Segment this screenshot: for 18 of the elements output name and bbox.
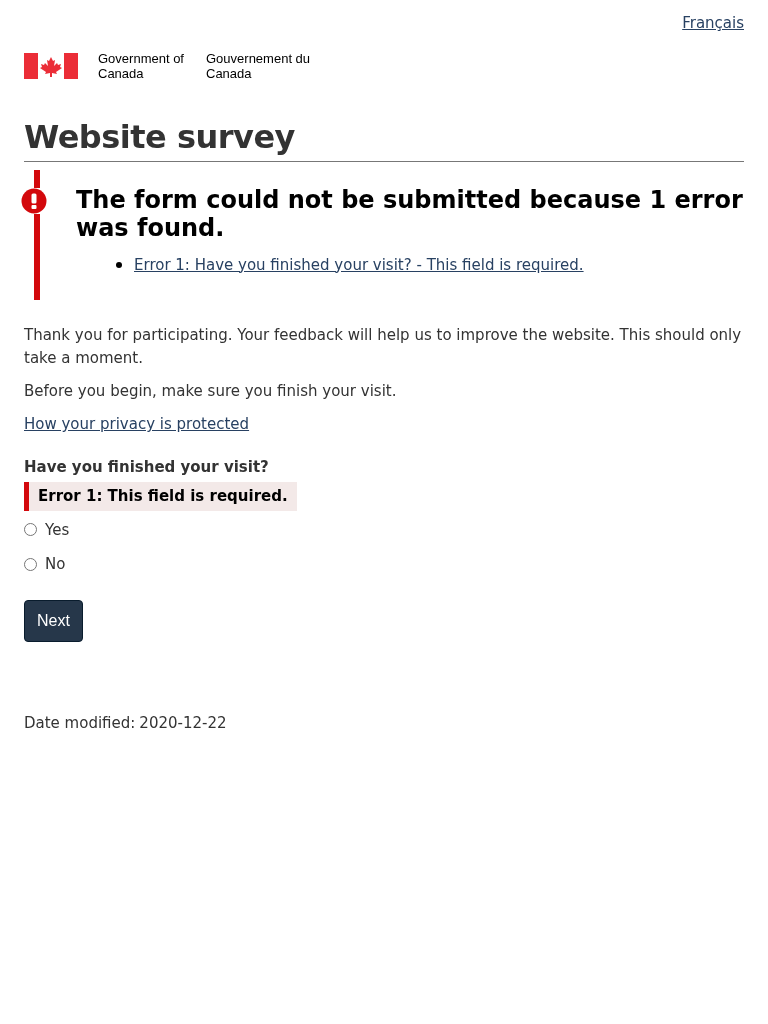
- intro-paragraph: Before you begin, make sure you finish your visit.: [24, 381, 398, 402]
- radio-label: Yes: [45, 519, 70, 541]
- flag-icon: [24, 52, 78, 79]
- error-summary-heading: The form could not be submitted because 1 error was found.: [76, 185, 744, 242]
- language-link[interactable]: Français: [682, 12, 744, 35]
- field-error-message: Error 1: This field is required.: [24, 482, 297, 511]
- wordmark-french: Gouvernement du Canada: [206, 50, 312, 81]
- intro-paragraph: Thank you for participating. Your feedback will help us to improve the website. This should only take a moment.: [24, 325, 743, 369]
- wordmark-english: Government of Canada: [98, 50, 185, 81]
- radio-label: No: [45, 554, 66, 575]
- page-title: Website survey: [24, 116, 744, 162]
- question-label: Have you finished your visit?: [24, 456, 270, 478]
- error-link[interactable]: Error 1: Have you finished your visit? - This field is required.: [134, 253, 584, 276]
- next-button[interactable]: Next: [24, 599, 83, 642]
- privacy-link[interactable]: How your privacy is protected: [24, 413, 250, 436]
- date-modified-label: Date modified:: [24, 712, 136, 734]
- date-modified-value: 2020-12-22: [139, 712, 227, 734]
- bullet-icon: [116, 261, 122, 268]
